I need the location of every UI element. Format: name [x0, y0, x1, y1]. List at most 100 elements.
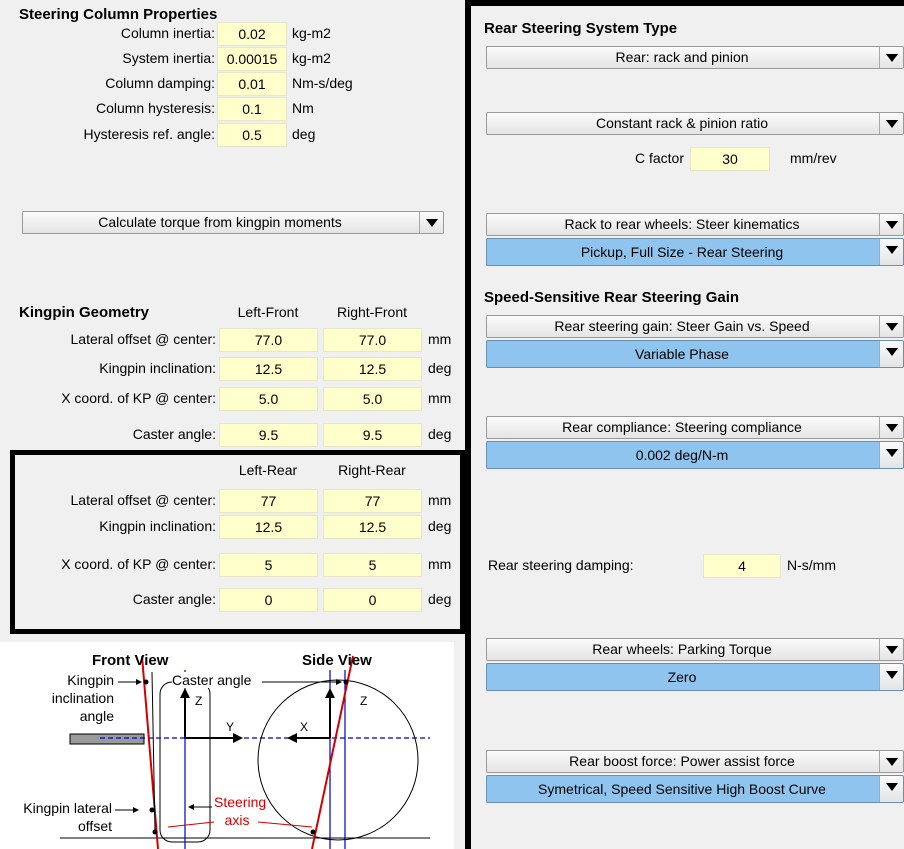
chevron-down-icon [879, 776, 903, 802]
front-lateral-offset-label: Lateral offset @ center: [70, 331, 216, 347]
steer-gain-dataset-text: Variable Phase [635, 346, 729, 362]
rear-kingpin-incl-right[interactable]: 12.5 [323, 515, 422, 539]
front-view-title: Front View [92, 652, 169, 669]
rear-damping-unit: N-s/mm [787, 557, 836, 573]
axis-x-side: X [300, 720, 309, 734]
front-x-coord-right[interactable]: 5.0 [323, 387, 422, 411]
c-factor-label: C factor [634, 150, 684, 166]
rear-kingpin-incl-label: Kingpin inclination: [99, 518, 216, 534]
column-hysteresis-unit: Nm [292, 100, 314, 116]
hysteresis-ref-angle-field[interactable]: 0.5 [217, 123, 287, 147]
side-view-title: Side View [302, 652, 372, 669]
column-hysteresis-label: Column hysteresis: [95, 100, 215, 116]
axis-z-side: Z [360, 694, 368, 708]
column-damping-unit: Nm-s/deg [292, 75, 353, 91]
chevron-down-icon [879, 664, 903, 690]
rear-compliance-dataset[interactable]: 0.002 deg/N-m [486, 441, 904, 469]
rear-lateral-offset-right[interactable]: 77 [323, 489, 422, 513]
rack-ratio-dropdown[interactable]: Constant rack & pinion ratio [486, 112, 904, 135]
rear-compliance-dropdown[interactable]: Rear compliance: Steering compliance [486, 416, 904, 439]
rear-gain-title: Speed-Sensitive Rear Steering Gain [484, 289, 740, 306]
rear-damping-field[interactable]: 4 [703, 554, 781, 578]
rear-steering-title: Rear Steering System Type [484, 20, 678, 37]
column-damping-label: Column damping: [105, 75, 215, 91]
kingpin-incl-text-2: inclination [51, 690, 114, 706]
chevron-down-icon [419, 212, 443, 233]
col-left-rear: Left-Rear [238, 462, 298, 478]
boost-force-dataset[interactable]: Symetrical, Speed Sensitive High Boost C… [486, 775, 904, 803]
torque-method-text: Calculate torque from kingpin moments [98, 214, 342, 230]
front-caster-label: Caster angle: [132, 426, 216, 442]
parking-torque-dropdown[interactable]: Rear wheels: Parking Torque [486, 638, 904, 661]
rack-ratio-text: Constant rack & pinion ratio [596, 115, 768, 131]
rear-caster-left[interactable]: 0 [219, 588, 318, 612]
rear-damping-label: Rear steering damping: [488, 557, 634, 573]
front-caster-right[interactable]: 9.5 [323, 423, 422, 447]
chevron-down-icon [879, 341, 903, 367]
front-lateral-offset-left[interactable]: 77.0 [219, 328, 318, 352]
kingpin-lateral-text-1: Kingpin lateral [23, 800, 112, 816]
caster-angle-text: Caster angle [172, 672, 252, 688]
steer-kinematics-text: Rack to rear wheels: Steer kinematics [564, 216, 800, 232]
kingpin-incl-text-3: angle [79, 708, 114, 724]
front-kingpin-incl-right[interactable]: 12.5 [323, 357, 422, 381]
rear-x-coord-right[interactable]: 5 [323, 553, 422, 577]
boost-force-dropdown[interactable]: Rear boost force: Power assist force [486, 750, 904, 773]
chevron-down-icon [879, 442, 903, 468]
rear-lateral-offset-unit: mm [428, 492, 452, 508]
parking-torque-text: Rear wheels: Parking Torque [592, 641, 772, 657]
kingpin-geometry-title: Kingpin Geometry [19, 304, 150, 321]
column-hysteresis-field[interactable]: 0.1 [217, 97, 287, 121]
column-inertia-field[interactable]: 0.02 [217, 22, 287, 46]
rear-system-type-dropdown[interactable]: Rear: rack and pinion [486, 46, 904, 69]
boost-force-text: Rear boost force: Power assist force [569, 753, 795, 769]
axis-z-front: Z [195, 694, 203, 708]
rear-kingpin-incl-left[interactable]: 12.5 [219, 515, 318, 539]
col-right-rear: Right-Rear [338, 462, 406, 478]
front-x-coord-left[interactable]: 5.0 [219, 387, 318, 411]
chevron-down-icon [879, 214, 903, 235]
c-factor-field[interactable]: 30 [690, 147, 770, 171]
steer-gain-dataset[interactable]: Variable Phase [486, 340, 904, 368]
chevron-down-icon [879, 47, 903, 68]
c-factor-unit: mm/rev [790, 150, 837, 166]
rear-compliance-text: Rear compliance: Steering compliance [562, 419, 802, 435]
front-caster-unit: deg [428, 426, 452, 442]
torque-method-dropdown[interactable]: Calculate torque from kingpin moments [22, 211, 444, 234]
rear-lateral-offset-left[interactable]: 77 [219, 489, 318, 513]
front-lateral-offset-unit: mm [428, 331, 452, 347]
steer-gain-dropdown[interactable]: Rear steering gain: Steer Gain vs. Speed [486, 315, 904, 338]
rear-caster-unit: deg [428, 591, 452, 607]
steer-kinematics-dataset[interactable]: Pickup, Full Size - Rear Steering [486, 238, 904, 266]
parking-torque-dataset-text: Zero [667, 669, 697, 685]
steering-column-title: Steering Column Properties [19, 6, 218, 23]
kingpin-lateral-text-2: offset [78, 818, 112, 834]
parking-torque-dataset[interactable]: Zero [486, 663, 904, 691]
rear-lateral-offset-label: Lateral offset @ center: [70, 492, 216, 508]
front-kingpin-incl-left[interactable]: 12.5 [219, 357, 318, 381]
steer-kinematics-dataset-text: Pickup, Full Size - Rear Steering [580, 244, 784, 260]
column-inertia-unit: kg-m2 [292, 25, 331, 41]
front-kingpin-incl-label: Kingpin inclination: [99, 360, 216, 376]
col-left-front: Left-Front [237, 304, 299, 320]
axis-y-front: Y [226, 720, 235, 734]
rear-x-coord-left[interactable]: 5 [219, 553, 318, 577]
col-right-front: Right-Front [336, 304, 408, 320]
rear-kingpin-incl-unit: deg [428, 518, 452, 534]
chevron-down-icon [879, 751, 903, 772]
steering-axis-text-2: axis [224, 812, 250, 828]
system-inertia-unit: kg-m2 [292, 50, 331, 66]
steer-kinematics-dropdown[interactable]: Rack to rear wheels: Steer kinematics [486, 213, 904, 236]
chevron-down-icon [879, 239, 903, 265]
column-damping-field[interactable]: 0.01 [217, 72, 287, 96]
rear-x-coord-unit: mm [428, 556, 452, 572]
front-caster-left[interactable]: 9.5 [219, 423, 318, 447]
chevron-down-icon [879, 113, 903, 134]
hysteresis-ref-angle-label: Hysteresis ref. angle: [83, 126, 216, 142]
front-lateral-offset-right[interactable]: 77.0 [323, 328, 422, 352]
front-x-coord-unit: mm [428, 390, 452, 406]
rear-caster-label: Caster angle: [132, 591, 216, 607]
rear-compliance-dataset-text: 0.002 deg/N-m [635, 447, 729, 463]
rear-caster-right[interactable]: 0 [323, 588, 422, 612]
system-inertia-field[interactable]: 0.00015 [217, 47, 287, 71]
